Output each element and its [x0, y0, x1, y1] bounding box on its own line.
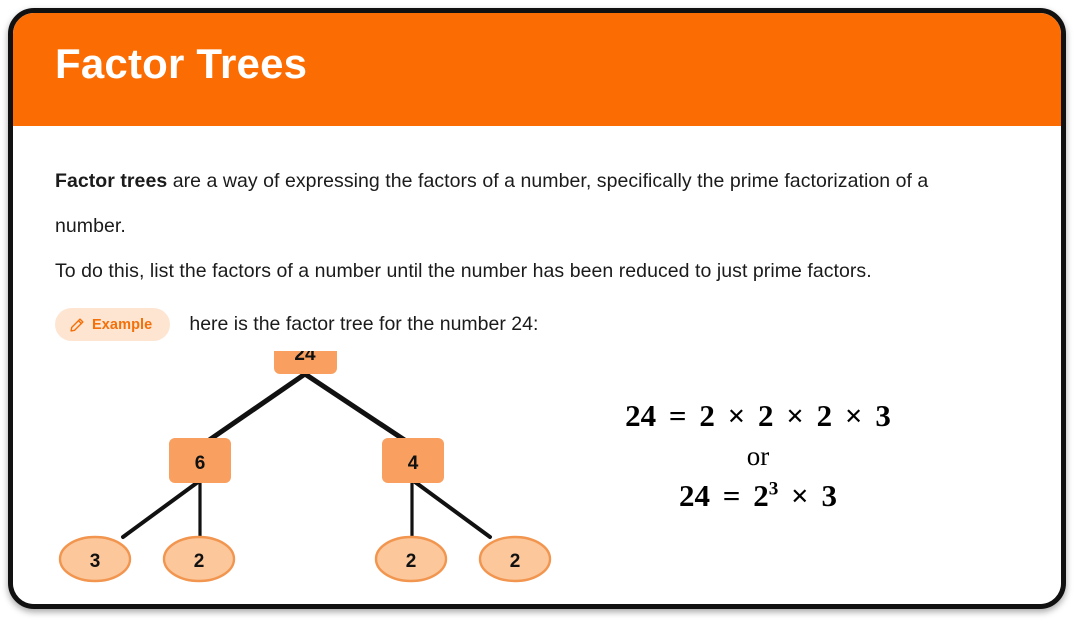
example-sentence: here is the factor tree for the number 2…: [189, 313, 539, 335]
lesson-body: Factor trees are a way of expressing the…: [13, 126, 1061, 604]
equation-connector: or: [746, 441, 770, 471]
tree-leaf-two-a-label: 2: [194, 551, 205, 572]
lesson-card: Factor Trees Factor trees are a way of e…: [8, 8, 1066, 609]
tree-leaf-two-c-label: 2: [510, 551, 521, 572]
example-row: Example here is the factor tree for the …: [55, 308, 538, 341]
edge-four-right: [413, 480, 492, 539]
page-title: Factor Trees: [55, 40, 308, 87]
tree-leaf-three-label: 3: [90, 551, 101, 572]
tree-node-root: 24: [274, 329, 337, 374]
tree-leaf-three: 3: [58, 535, 132, 583]
tree-leaf-two-a: 2: [162, 535, 236, 583]
equation-expanded-term-4: 3: [875, 398, 891, 433]
equation-index-last: 3: [821, 478, 837, 513]
intro-paragraph-bold: Factor trees: [55, 170, 168, 192]
edge-six-left: [121, 480, 200, 539]
edge-root-left: [199, 371, 308, 448]
times-sign-2: ×: [786, 398, 804, 433]
example-badge-label: Example: [92, 316, 153, 333]
equation-expanded-term-2: 2: [758, 398, 774, 433]
equals-sign-2: =: [722, 478, 741, 513]
intro-paragraph: Factor trees are a way of expressing the…: [55, 159, 975, 249]
times-sign-3: ×: [844, 398, 863, 433]
equation-expanded-term-3: 2: [816, 398, 833, 433]
times-sign-1: ×: [727, 398, 746, 433]
tree-leaf-two-b-label: 2: [406, 551, 417, 572]
tree-leaf-two-c: 2: [478, 535, 552, 583]
equation-expanded-term-1: 2: [699, 398, 715, 433]
intro-paragraph-rest: are a way of expressing the factors of a…: [55, 170, 929, 237]
tree-leaf-two-b: 2: [374, 535, 448, 583]
times-sign-4: ×: [791, 478, 809, 513]
equation-expanded: 24 = 2 × 2 × 2 × 3: [573, 394, 943, 438]
equation-index-base: 2: [753, 478, 769, 513]
equation-index-exponent: 3: [768, 478, 779, 500]
tree-node-four: 4: [382, 438, 444, 483]
tree-node-six: 6: [169, 438, 231, 483]
page-header: Factor Trees: [13, 13, 1061, 126]
pencil-icon: [69, 317, 85, 333]
example-badge: Example: [55, 308, 171, 341]
equation-index-lhs: 24: [679, 478, 711, 513]
edge-root-right: [302, 371, 415, 448]
equation-expanded-lhs: 24: [625, 398, 657, 433]
tree-node-four-label: 4: [408, 453, 419, 474]
prime-factorization-equations: 24 = 2 × 2 × 2 × 3 or 24 = 23 × 3: [573, 394, 943, 518]
factor-tree-diagram: 24 6 4 3 2 2 2: [13, 329, 573, 596]
tree-node-six-label: 6: [195, 453, 206, 474]
instruction-paragraph: To do this, list the factors of a number…: [55, 260, 872, 282]
tree-node-root-label: 24: [294, 351, 316, 365]
equation-index-form: 24 = 23 × 3: [573, 474, 943, 518]
equals-sign-1: =: [668, 398, 687, 433]
